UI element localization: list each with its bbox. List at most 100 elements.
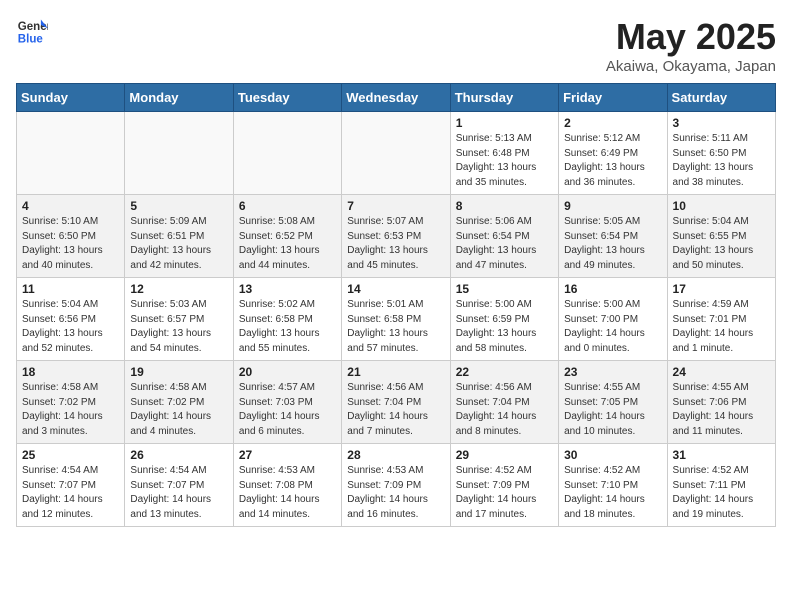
day-info: Sunrise: 4:53 AM Sunset: 7:08 PM Dayligh… [239, 464, 336, 522]
day-info: Sunrise: 4:52 AM Sunset: 7:09 PM Dayligh… [456, 464, 553, 522]
week-row-1: 1 Sunrise: 5:13 AM Sunset: 6:48 PM Daylig… [17, 112, 776, 195]
day-info: Sunrise: 5:00 AM Sunset: 7:00 PM Dayligh… [564, 298, 661, 356]
day-cell [125, 112, 233, 195]
day-number: 6 [239, 199, 336, 213]
day-number: 14 [347, 282, 444, 296]
day-number: 18 [22, 365, 119, 379]
day-cell: 3 Sunrise: 5:11 AM Sunset: 6:50 PM Daylig… [667, 112, 775, 195]
day-info: Sunrise: 4:54 AM Sunset: 7:07 PM Dayligh… [22, 464, 119, 522]
day-info: Sunrise: 4:57 AM Sunset: 7:03 PM Dayligh… [239, 381, 336, 439]
weekday-header-wednesday: Wednesday [342, 84, 450, 112]
day-cell: 12 Sunrise: 5:03 AM Sunset: 6:57 PM Dayli… [125, 278, 233, 361]
week-row-4: 18 Sunrise: 4:58 AM Sunset: 7:02 PM Dayli… [17, 361, 776, 444]
day-number: 8 [456, 199, 553, 213]
day-number: 1 [456, 116, 553, 130]
day-cell: 25 Sunrise: 4:54 AM Sunset: 7:07 PM Dayli… [17, 444, 125, 527]
title-block: May 2025 Akaiwa, Okayama, Japan [606, 16, 776, 75]
day-cell [17, 112, 125, 195]
day-cell: 26 Sunrise: 4:54 AM Sunset: 7:07 PM Dayli… [125, 444, 233, 527]
day-cell [233, 112, 341, 195]
day-info: Sunrise: 5:03 AM Sunset: 6:57 PM Dayligh… [130, 298, 227, 356]
day-info: Sunrise: 5:10 AM Sunset: 6:50 PM Dayligh… [22, 215, 119, 273]
day-number: 19 [130, 365, 227, 379]
day-info: Sunrise: 4:56 AM Sunset: 7:04 PM Dayligh… [456, 381, 553, 439]
day-number: 31 [673, 448, 770, 462]
day-cell: 20 Sunrise: 4:57 AM Sunset: 7:03 PM Dayli… [233, 361, 341, 444]
day-number: 24 [673, 365, 770, 379]
day-number: 3 [673, 116, 770, 130]
weekday-header-friday: Friday [559, 84, 667, 112]
day-number: 28 [347, 448, 444, 462]
day-cell: 11Sunrise: 5:04 AM Sunset: 6:56 PM Dayli… [17, 278, 125, 361]
weekday-header-monday: Monday [125, 84, 233, 112]
day-cell: 22 Sunrise: 4:56 AM Sunset: 7:04 PM Dayli… [450, 361, 558, 444]
weekday-header-thursday: Thursday [450, 84, 558, 112]
day-number: 5 [130, 199, 227, 213]
weekday-header-saturday: Saturday [667, 84, 775, 112]
page-header: General Blue May 2025 Akaiwa, Okayama, J… [16, 16, 776, 75]
day-cell: 24Sunrise: 4:55 AM Sunset: 7:06 PM Dayli… [667, 361, 775, 444]
day-cell: 29Sunrise: 4:52 AM Sunset: 7:09 PM Dayli… [450, 444, 558, 527]
day-cell: 19Sunrise: 4:58 AM Sunset: 7:02 PM Dayli… [125, 361, 233, 444]
day-info: Sunrise: 4:58 AM Sunset: 7:02 PM Dayligh… [22, 381, 119, 439]
day-cell: 21 Sunrise: 4:56 AM Sunset: 7:04 PM Dayli… [342, 361, 450, 444]
day-info: Sunrise: 5:06 AM Sunset: 6:54 PM Dayligh… [456, 215, 553, 273]
day-cell: 18 Sunrise: 4:58 AM Sunset: 7:02 PM Dayli… [17, 361, 125, 444]
logo-icon: General Blue [16, 16, 48, 48]
day-info: Sunrise: 4:55 AM Sunset: 7:05 PM Dayligh… [564, 381, 661, 439]
day-cell: 23 Sunrise: 4:55 AM Sunset: 7:05 PM Dayli… [559, 361, 667, 444]
weekday-header-sunday: Sunday [17, 84, 125, 112]
day-info: Sunrise: 5:11 AM Sunset: 6:50 PM Dayligh… [673, 132, 770, 190]
day-number: 22 [456, 365, 553, 379]
day-number: 12 [130, 282, 227, 296]
day-info: Sunrise: 4:54 AM Sunset: 7:07 PM Dayligh… [130, 464, 227, 522]
day-number: 23 [564, 365, 661, 379]
logo: General Blue [16, 16, 48, 48]
day-cell: 13 Sunrise: 5:02 AM Sunset: 6:58 PM Dayli… [233, 278, 341, 361]
day-cell: 14 Sunrise: 5:01 AM Sunset: 6:58 PM Dayli… [342, 278, 450, 361]
day-info: Sunrise: 4:56 AM Sunset: 7:04 PM Dayligh… [347, 381, 444, 439]
day-cell [342, 112, 450, 195]
month-title: May 2025 [606, 16, 776, 58]
day-info: Sunrise: 5:13 AM Sunset: 6:48 PM Dayligh… [456, 132, 553, 190]
day-cell: 10Sunrise: 5:04 AM Sunset: 6:55 PM Dayli… [667, 195, 775, 278]
day-info: Sunrise: 4:53 AM Sunset: 7:09 PM Dayligh… [347, 464, 444, 522]
day-number: 4 [22, 199, 119, 213]
day-info: Sunrise: 5:09 AM Sunset: 6:51 PM Dayligh… [130, 215, 227, 273]
day-cell: 28 Sunrise: 4:53 AM Sunset: 7:09 PM Dayli… [342, 444, 450, 527]
day-number: 21 [347, 365, 444, 379]
day-number: 20 [239, 365, 336, 379]
week-row-2: 4 Sunrise: 5:10 AM Sunset: 6:50 PM Daylig… [17, 195, 776, 278]
day-info: Sunrise: 4:52 AM Sunset: 7:10 PM Dayligh… [564, 464, 661, 522]
day-cell: 30Sunrise: 4:52 AM Sunset: 7:10 PM Dayli… [559, 444, 667, 527]
day-cell: 15Sunrise: 5:00 AM Sunset: 6:59 PM Dayli… [450, 278, 558, 361]
location: Akaiwa, Okayama, Japan [606, 58, 776, 75]
day-cell: 7 Sunrise: 5:07 AM Sunset: 6:53 PM Daylig… [342, 195, 450, 278]
calendar-table: SundayMondayTuesdayWednesdayThursdayFrid… [16, 83, 776, 527]
day-info: Sunrise: 5:08 AM Sunset: 6:52 PM Dayligh… [239, 215, 336, 273]
day-info: Sunrise: 5:12 AM Sunset: 6:49 PM Dayligh… [564, 132, 661, 190]
day-info: Sunrise: 5:07 AM Sunset: 6:53 PM Dayligh… [347, 215, 444, 273]
day-info: Sunrise: 5:05 AM Sunset: 6:54 PM Dayligh… [564, 215, 661, 273]
day-cell: 8 Sunrise: 5:06 AM Sunset: 6:54 PM Daylig… [450, 195, 558, 278]
day-number: 17 [673, 282, 770, 296]
day-number: 25 [22, 448, 119, 462]
day-cell: 1 Sunrise: 5:13 AM Sunset: 6:48 PM Daylig… [450, 112, 558, 195]
day-cell: 9Sunrise: 5:05 AM Sunset: 6:54 PM Daylig… [559, 195, 667, 278]
day-number: 13 [239, 282, 336, 296]
week-row-5: 25 Sunrise: 4:54 AM Sunset: 7:07 PM Dayli… [17, 444, 776, 527]
day-number: 27 [239, 448, 336, 462]
day-number: 26 [130, 448, 227, 462]
day-info: Sunrise: 5:00 AM Sunset: 6:59 PM Dayligh… [456, 298, 553, 356]
svg-text:Blue: Blue [18, 34, 44, 46]
day-info: Sunrise: 4:52 AM Sunset: 7:11 PM Dayligh… [673, 464, 770, 522]
day-info: Sunrise: 5:02 AM Sunset: 6:58 PM Dayligh… [239, 298, 336, 356]
day-cell: 6 Sunrise: 5:08 AM Sunset: 6:52 PM Daylig… [233, 195, 341, 278]
day-number: 2 [564, 116, 661, 130]
day-cell: 2 Sunrise: 5:12 AM Sunset: 6:49 PM Daylig… [559, 112, 667, 195]
day-number: 7 [347, 199, 444, 213]
day-info: Sunrise: 4:59 AM Sunset: 7:01 PM Dayligh… [673, 298, 770, 356]
day-cell: 31 Sunrise: 4:52 AM Sunset: 7:11 PM Dayli… [667, 444, 775, 527]
day-info: Sunrise: 5:01 AM Sunset: 6:58 PM Dayligh… [347, 298, 444, 356]
week-row-3: 11Sunrise: 5:04 AM Sunset: 6:56 PM Dayli… [17, 278, 776, 361]
